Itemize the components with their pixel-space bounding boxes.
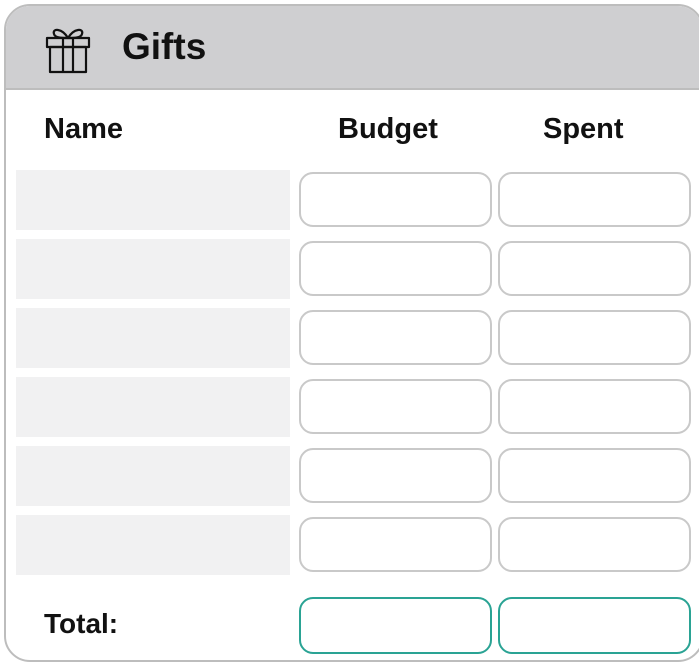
budget-input[interactable] — [299, 517, 492, 572]
table-row — [0, 515, 699, 575]
name-cell[interactable] — [16, 515, 290, 575]
name-cell[interactable] — [16, 239, 290, 299]
column-header-name: Name — [44, 113, 123, 145]
card-header: Gifts — [6, 6, 699, 90]
column-header-budget: Budget — [338, 113, 438, 145]
table-row — [0, 377, 699, 437]
total-label: Total: — [44, 608, 119, 639]
name-cell[interactable] — [16, 170, 290, 230]
name-cell[interactable] — [16, 446, 290, 506]
spent-input[interactable] — [498, 379, 691, 434]
total-spent-input[interactable] — [498, 597, 691, 654]
budget-input[interactable] — [299, 172, 492, 227]
spent-input[interactable] — [498, 448, 691, 503]
spent-input[interactable] — [498, 172, 691, 227]
budget-input[interactable] — [299, 379, 492, 434]
budget-input[interactable] — [299, 448, 492, 503]
spent-input[interactable] — [498, 241, 691, 296]
table-row — [0, 170, 699, 230]
total-budget-input[interactable] — [299, 597, 492, 654]
card-title: Gifts — [122, 26, 207, 67]
spent-input[interactable] — [498, 517, 691, 572]
table-row — [0, 308, 699, 368]
column-header-spent: Spent — [543, 113, 624, 145]
table-row — [0, 446, 699, 506]
budget-input[interactable] — [299, 241, 492, 296]
gift-icon — [45, 28, 91, 74]
name-cell[interactable] — [16, 377, 290, 437]
spent-input[interactable] — [498, 310, 691, 365]
table-row — [0, 239, 699, 299]
name-cell[interactable] — [16, 308, 290, 368]
budget-input[interactable] — [299, 310, 492, 365]
